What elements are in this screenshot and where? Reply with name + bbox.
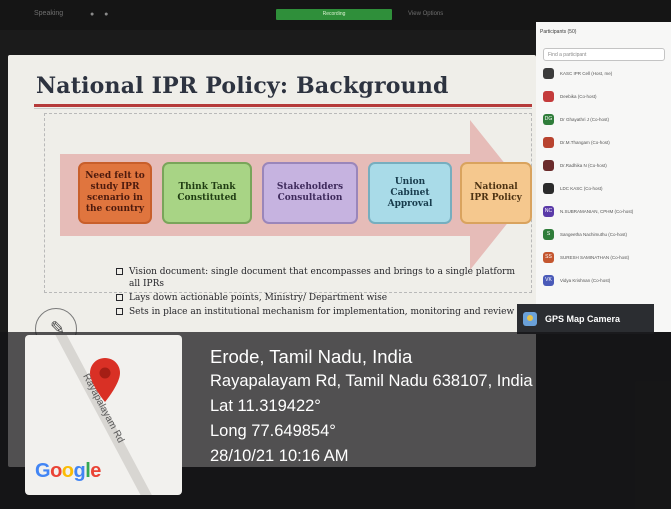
participant-avatar: DG — [543, 113, 554, 125]
participant-row[interactable]: KASC IPR Cell (Host, me) — [543, 66, 667, 80]
participant-row[interactable]: LDC KASC (Co-host) — [543, 181, 667, 195]
participant-avatar: S — [543, 228, 554, 240]
participant-avatar — [543, 136, 554, 148]
step-cabinet: Union Cabinet Approval — [368, 162, 452, 224]
participant-row[interactable]: S Sangeetha Nachimuthu (Co-host) — [543, 227, 667, 241]
participant-name: LDC KASC (Co-host) — [560, 185, 603, 191]
checkbox-icon — [116, 268, 123, 275]
window-controls[interactable]: ● ● — [90, 11, 112, 18]
location-datetime: 28/10/21 10:16 AM — [210, 447, 349, 465]
step-stakeholders: Stakeholders Consultation — [262, 162, 358, 224]
participant-avatar: SS — [543, 251, 554, 263]
participant-row[interactable]: SS SURESH SAMINATHAN (Co-host) — [543, 250, 667, 264]
participant-row[interactable]: Dr.Radhika N (Co-host) — [543, 158, 667, 172]
participant-avatar — [543, 67, 554, 79]
participants-header: Participants (50) — [540, 29, 577, 35]
gps-camera-icon — [523, 312, 537, 326]
participant-avatar — [543, 90, 554, 102]
slide-bullets: Vision document: single document that en… — [116, 266, 528, 320]
slide-title: National IPR Policy: Background — [36, 73, 449, 99]
map-pin-icon — [90, 358, 120, 402]
participant-name: Dr.M.Thangam (Co-host) — [560, 139, 610, 145]
bullet-item: Sets in place an institutional mechanism… — [116, 306, 528, 318]
gps-app-label: GPS Map Camera — [545, 314, 621, 324]
location-city: Erode, Tamil Nadu, India — [210, 346, 413, 367]
location-details: Erode, Tamil Nadu, India Rayapalayam Rd,… — [210, 344, 533, 469]
speaking-label: Speaking — [34, 10, 64, 17]
location-longitude: Long 77.649854° — [210, 422, 336, 440]
title-divider — [34, 104, 532, 107]
participant-avatar: NC — [543, 205, 554, 217]
participant-row[interactable]: NC N.SUBRAMANIAN, CPHM (Co-host) — [543, 204, 667, 218]
participant-row[interactable]: Dr.M.Thangam (Co-host) — [543, 135, 667, 149]
participant-name: N.SUBRAMANIAN, CPHM (Co-host) — [560, 208, 634, 214]
step-policy: National IPR Policy — [460, 162, 532, 224]
participant-name: Vidya Krishnan (Co-host) — [560, 277, 611, 283]
participant-avatar — [543, 159, 554, 171]
checkbox-icon — [116, 308, 123, 315]
bullet-item: Vision document: single document that en… — [116, 266, 528, 290]
google-logo: Google — [35, 460, 101, 482]
bullet-item: Lays down actionable points, Ministry/ D… — [116, 292, 528, 304]
gps-map-camera-badge: GPS Map Camera — [517, 304, 654, 334]
participant-row[interactable]: VK Vidya Krishnan (Co-host) — [543, 273, 667, 287]
location-address: Rayapalayam Rd, Tamil Nadu 638107, India — [210, 372, 533, 390]
participant-name: SURESH SAMINATHAN (Co-host) — [560, 254, 630, 260]
participant-name: Sangeetha Nachimuthu (Co-host) — [560, 231, 628, 237]
view-options-button[interactable]: View Options — [408, 11, 443, 17]
title-divider-thin — [34, 108, 532, 109]
recording-indicator: Recording — [276, 9, 392, 20]
participant-row[interactable]: Deebika (Co-host) — [543, 89, 667, 103]
step-think-tank: Think Tank Constituted — [162, 162, 252, 224]
participant-name: Dr Ghayathri J (Co-host) — [560, 116, 610, 122]
participant-row[interactable]: DG Dr Ghayathri J (Co-host) — [543, 112, 667, 126]
location-latitude: Lat 11.319422° — [210, 397, 321, 415]
participant-avatar: VK — [543, 274, 554, 286]
checkbox-icon — [116, 294, 123, 301]
participant-avatar — [543, 182, 554, 194]
participant-name: Dr.Radhika N (Co-host) — [560, 162, 607, 168]
step-need-felt: Need felt to study IPR scenario in the c… — [78, 162, 152, 224]
participant-search-input[interactable]: Find a participant — [543, 48, 665, 61]
participant-name: Deebika (Co-host) — [560, 93, 597, 99]
participant-name: KASC IPR Cell (Host, me) — [560, 70, 613, 76]
